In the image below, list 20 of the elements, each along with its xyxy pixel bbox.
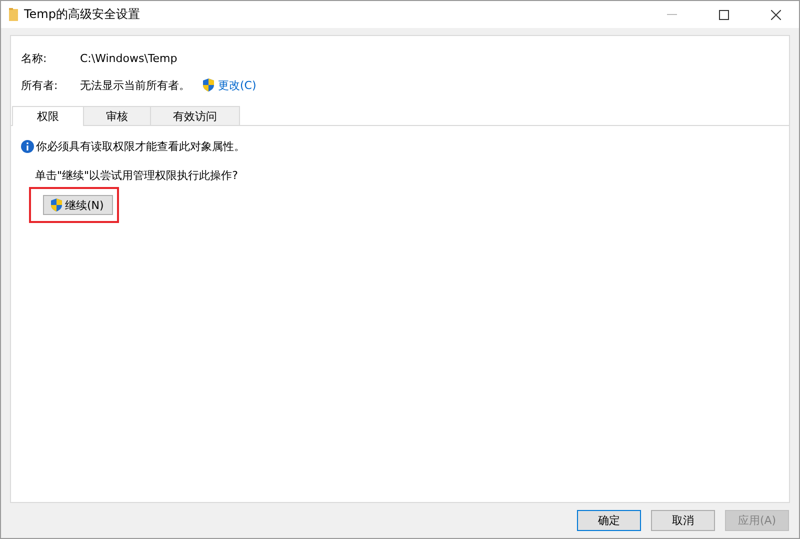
change-link[interactable]: 更改(C) <box>218 78 256 92</box>
folder-icon <box>9 8 18 21</box>
close-icon[interactable] <box>771 10 781 20</box>
info-icon <box>21 140 34 153</box>
tab[interactable]: 权限 <box>12 106 84 126</box>
tab[interactable]: 有效访问 <box>150 106 240 125</box>
continue-button[interactable]: 继续(N) <box>43 195 113 215</box>
maximize-icon[interactable] <box>719 10 729 20</box>
field-value: C:\Windows\Temp <box>80 52 178 64</box>
dialog-button[interactable]: 确定 <box>577 510 641 531</box>
field-label: 名称: <box>21 50 48 66</box>
dialog-button[interactable]: 取消 <box>651 510 715 531</box>
shield-icon <box>202 78 215 92</box>
shield-icon <box>50 198 63 212</box>
window-title: Temp的高级安全设置 <box>24 6 141 23</box>
field-value: 无法显示当前所有者。 <box>80 78 190 92</box>
info-message: 你必须具有读取权限才能查看此对象属性。 <box>36 139 245 154</box>
prompt-text: 单击"继续"以尝试用管理权限执行此操作? <box>35 168 239 183</box>
tab[interactable]: 审核 <box>83 106 151 125</box>
field-label: 所有者: <box>21 78 59 92</box>
